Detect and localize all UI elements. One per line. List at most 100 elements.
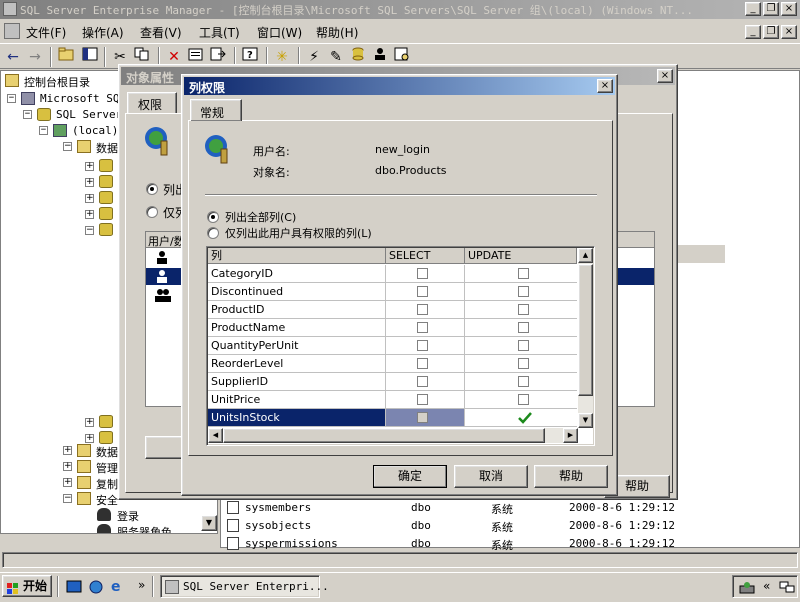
select-checkbox[interactable] — [417, 412, 428, 423]
grid-header-column[interactable]: 列 — [208, 248, 386, 264]
expand-box[interactable]: + — [63, 462, 72, 471]
ok-button[interactable]: 确定 — [373, 465, 447, 488]
tab-general[interactable]: 常规 — [190, 99, 242, 121]
menu-file[interactable]: 文件(F) — [26, 24, 66, 41]
grid-row[interactable]: UnitPrice — [208, 391, 577, 409]
expand-box[interactable]: + — [85, 434, 94, 443]
grid-vscrollbar[interactable]: ▲ ▼ — [578, 248, 593, 428]
update-checkbox[interactable] — [518, 340, 529, 351]
select-checkbox[interactable] — [417, 358, 428, 369]
expand-box[interactable]: + — [85, 162, 94, 171]
start-button[interactable]: 开始 — [2, 575, 52, 597]
grid-cell-column-name: SupplierID — [208, 373, 386, 390]
grid-scroll-right-button[interactable]: ▶ — [563, 428, 578, 443]
select-checkbox[interactable] — [417, 286, 428, 297]
grid-hscroll-thumb[interactable] — [223, 428, 545, 443]
grid-cell-column-name: ReorderLevel — [208, 355, 386, 372]
grid-row[interactable]: QuantityPerUnit — [208, 337, 577, 355]
select-checkbox[interactable] — [417, 340, 428, 351]
update-checkbox[interactable] — [518, 376, 529, 387]
expand-box[interactable]: + — [63, 478, 72, 487]
task-sql-server-em[interactable]: SQL Server Enterpri... — [160, 575, 329, 598]
select-checkbox[interactable] — [417, 322, 428, 333]
network-tray-icon[interactable] — [779, 580, 795, 594]
grid-scroll-up-button[interactable]: ▲ — [578, 248, 593, 263]
collapse-box[interactable]: − — [23, 110, 32, 119]
grid-row[interactable]: ReorderLevel — [208, 355, 577, 373]
grid-row[interactable]: Discontinued — [208, 283, 577, 301]
grid-hscrollbar[interactable]: ◀ ▶ — [208, 428, 578, 443]
tab-permissions[interactable]: 权限 — [127, 92, 177, 114]
child-restore-button[interactable]: ❐ — [763, 25, 779, 39]
restore-button[interactable]: ❐ — [763, 2, 779, 16]
update-checkbox[interactable] — [518, 268, 529, 279]
grid-header-update[interactable]: UPDATE — [465, 248, 577, 264]
select-checkbox[interactable] — [417, 394, 428, 405]
child-close-button[interactable]: × — [781, 25, 797, 39]
menu-tools[interactable]: 工具(T) — [199, 24, 240, 41]
tray-chevron[interactable]: « — [763, 579, 770, 593]
menu-action[interactable]: 操作(A) — [82, 24, 124, 41]
console-icon[interactable] — [4, 23, 20, 39]
ie-icon[interactable]: e — [111, 579, 127, 595]
expand-box[interactable]: + — [85, 210, 94, 219]
collapse-box[interactable]: − — [7, 94, 16, 103]
column-permissions-dialog: 列权限 × 常规 用户名: new_login 对象名: dbo.Product… — [181, 74, 618, 496]
expand-box[interactable]: + — [85, 194, 94, 203]
close-button[interactable]: × — [781, 2, 797, 16]
col-dialog-close-button[interactable]: × — [597, 79, 613, 93]
radio-list-all-columns[interactable] — [207, 211, 219, 223]
expand-box[interactable]: + — [63, 446, 72, 455]
expand-box[interactable]: + — [85, 178, 94, 187]
select-checkbox[interactable] — [417, 376, 428, 387]
update-checkbox-checked[interactable] — [518, 412, 532, 424]
minimize-button[interactable]: _ — [745, 2, 761, 16]
help-button[interactable]: 帮助 — [534, 465, 608, 488]
grid-row[interactable]: UnitsInStock — [208, 409, 577, 427]
select-checkbox[interactable] — [417, 268, 428, 279]
menu-help[interactable]: 帮助(H) — [316, 24, 358, 41]
grid-row[interactable]: SupplierID — [208, 373, 577, 391]
grid-scroll-left-button[interactable]: ◀ — [208, 428, 223, 443]
up-folder-icon[interactable] — [56, 47, 76, 67]
update-checkbox[interactable] — [518, 358, 529, 369]
select-checkbox[interactable] — [417, 304, 428, 315]
update-checkbox[interactable] — [518, 304, 529, 315]
grid-scroll-down-button[interactable]: ▼ — [578, 413, 593, 428]
sql-service-tray-icon[interactable] — [739, 580, 755, 594]
column-permission-grid[interactable]: 列 SELECT UPDATE CategoryID Discontinued Pr… — [206, 246, 595, 446]
list-row[interactable]: sysobjects dbo 系统 2000-8-6 1:29:12 — [221, 517, 799, 535]
radio-list-permitted-columns[interactable] — [207, 227, 219, 239]
grid-row[interactable]: CategoryID — [208, 265, 577, 283]
grid-scroll-thumb[interactable] — [578, 264, 593, 396]
obj-radio-list-only[interactable] — [146, 206, 158, 218]
tree-scroll-down-button[interactable]: ▼ — [201, 515, 217, 531]
back-arrow-icon[interactable]: ← — [3, 47, 23, 67]
menu-window[interactable]: 窗口(W) — [257, 24, 302, 41]
update-checkbox[interactable] — [518, 286, 529, 297]
grid-row[interactable]: ProductID — [208, 301, 577, 319]
list-row[interactable]: sysmembers dbo 系统 2000-8-6 1:29:12 — [221, 499, 799, 517]
show-desktop-icon[interactable] — [66, 579, 82, 595]
obj-radio-list-all[interactable] — [146, 183, 158, 195]
update-checkbox[interactable] — [518, 322, 529, 333]
quicklaunch-chevron[interactable]: » — [138, 578, 145, 592]
collapse-box[interactable]: − — [63, 142, 72, 151]
folder-icon — [5, 74, 19, 87]
collapse-box[interactable]: − — [39, 126, 48, 135]
collapse-box[interactable]: − — [85, 226, 94, 235]
grid-row[interactable]: ProductName — [208, 319, 577, 337]
update-checkbox[interactable] — [518, 394, 529, 405]
grid-header-select[interactable]: SELECT — [386, 248, 465, 264]
cancel-button[interactable]: 取消 — [454, 465, 528, 488]
show-tree-icon[interactable] — [80, 47, 100, 67]
database-icon — [99, 223, 113, 236]
collapse-box[interactable]: − — [63, 494, 72, 503]
object-dialog-close-button[interactable]: × — [657, 69, 673, 83]
forward-arrow-icon[interactable]: → — [25, 47, 45, 67]
expand-box[interactable]: + — [85, 418, 94, 427]
explorer-icon[interactable] — [88, 579, 104, 595]
menu-view[interactable]: 查看(V) — [140, 24, 182, 41]
database-icon — [99, 191, 113, 204]
child-minimize-button[interactable]: _ — [745, 25, 761, 39]
